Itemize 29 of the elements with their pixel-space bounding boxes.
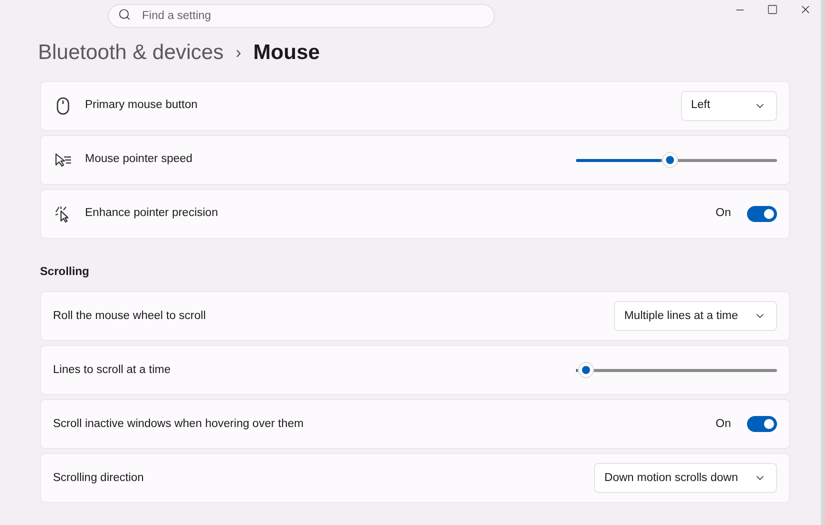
breadcrumb-separator: › (236, 42, 242, 64)
slider[interactable] (576, 362, 777, 378)
page-title: Mouse (253, 40, 320, 66)
setting-label: Scroll inactive windows when hovering over them (53, 416, 304, 432)
dropdown[interactable]: Left (681, 91, 777, 121)
setting-label: Roll the mouse wheel to scroll (53, 308, 206, 324)
search-field[interactable]: Find a setting (108, 4, 495, 28)
setting-label: Primary mouse button (85, 98, 198, 114)
maximize-icon[interactable] (767, 4, 778, 15)
section-heading: Scrolling (40, 265, 90, 280)
slider[interactable] (576, 152, 777, 168)
toggle-state-text: On (716, 416, 731, 432)
pointer-precision-icon (55, 206, 71, 222)
breadcrumb-link[interactable]: Bluetooth & devices (38, 37, 224, 69)
dropdown[interactable]: Down motion scrolls down (594, 463, 777, 494)
toggle-switch[interactable] (747, 206, 777, 222)
search-icon (118, 8, 131, 21)
close-icon[interactable] (799, 3, 812, 16)
setting-label: Lines to scroll at a time (53, 362, 171, 378)
setting-label: Scrolling direction (53, 470, 144, 486)
setting-label: Mouse pointer speed (85, 152, 192, 168)
setting-label: Enhance pointer precision (85, 206, 218, 222)
dropdown[interactable]: Multiple lines at a time (614, 301, 777, 332)
slider-thumb[interactable] (662, 152, 678, 168)
pointer-speed-icon (54, 153, 72, 167)
mouse-icon (56, 97, 70, 115)
toggle-switch[interactable] (747, 416, 777, 432)
slider-thumb[interactable] (578, 362, 594, 378)
toggle-state-text: On (716, 206, 731, 222)
